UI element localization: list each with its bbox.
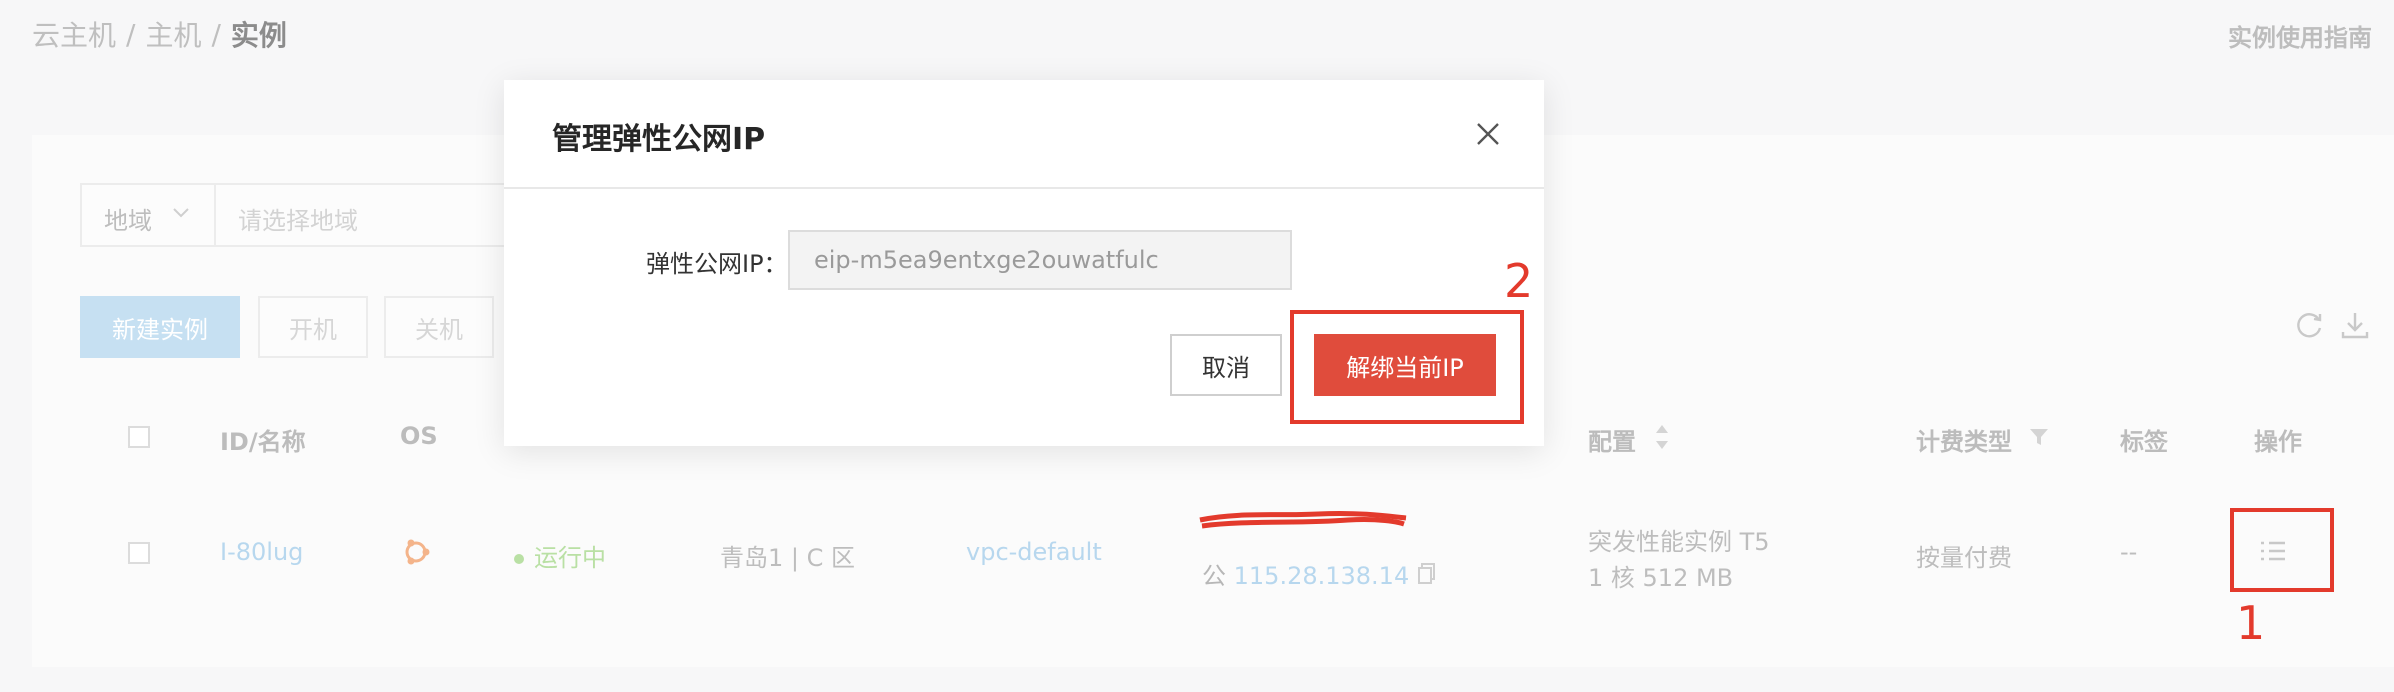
power-on-button[interactable]: 开机	[258, 296, 368, 358]
annotation-number-1: 1	[2236, 596, 2266, 650]
annotation-box-step1	[2230, 508, 2334, 592]
config-type-text: 突发性能实例 T5	[1588, 528, 1770, 556]
breadcrumb-item-host[interactable]: 主机	[145, 14, 201, 54]
row-checkbox[interactable]	[128, 542, 150, 564]
close-icon[interactable]	[1472, 118, 1504, 150]
breadcrumb-item-cloud-host[interactable]: 云主机	[32, 14, 116, 54]
column-header-id-name[interactable]: ID/名称	[220, 422, 306, 457]
billing-type-text: 按量付费	[1916, 544, 2012, 572]
column-header-tags: 标签	[2120, 428, 2168, 456]
copy-icon[interactable]	[1417, 562, 1437, 590]
eip-field-label: 弹性公网IP：	[646, 250, 788, 278]
sort-icon[interactable]	[1654, 422, 1670, 456]
breadcrumb-separator: /	[126, 17, 136, 51]
download-icon[interactable]	[2338, 308, 2372, 342]
column-header-os: OS	[400, 422, 438, 450]
instance-id-link[interactable]: I-80lug	[220, 538, 303, 566]
select-all-checkbox[interactable]	[128, 426, 150, 448]
status-badge: 运行中	[514, 538, 606, 573]
filter-icon[interactable]	[2028, 426, 2050, 452]
config-spec-text: 1 核 512 MB	[1588, 564, 1734, 592]
dialog-title: 管理弹性公网IP	[552, 122, 766, 157]
public-ip-prefix: 公	[1202, 562, 1226, 590]
tags-text: --	[2120, 538, 2138, 566]
annotation-box-step2	[1290, 310, 1524, 424]
breadcrumb: 云主机 / 主机 / 实例	[32, 14, 287, 54]
status-dot	[514, 554, 524, 564]
status-text: 运行中	[534, 544, 606, 572]
new-instance-button[interactable]: 新建实例	[80, 296, 240, 358]
region-filter-divider	[214, 185, 216, 245]
cancel-button[interactable]: 取消	[1170, 334, 1282, 396]
public-ip-value: 115.28.138.14	[1233, 562, 1410, 590]
redaction-scribble	[1199, 510, 1407, 529]
zone-text: 青岛1 | C 区	[720, 544, 855, 572]
instance-guide-link[interactable]: 实例使用指南	[2228, 18, 2372, 53]
column-header-actions: 操作	[2254, 428, 2302, 456]
ubuntu-icon	[400, 536, 432, 572]
eip-field[interactable]	[788, 230, 1292, 290]
column-header-billing[interactable]: 计费类型	[1916, 422, 2012, 457]
power-off-button[interactable]: 关机	[384, 296, 494, 358]
annotation-number-2: 2	[1504, 254, 1534, 308]
public-ip: 公 115.28.138.14	[1202, 556, 1437, 591]
chevron-down-icon	[170, 201, 192, 228]
table-row: I-80lug 运行中 青岛1 | C 区 vpc-default 突发性能实例…	[80, 480, 2394, 630]
region-select-input[interactable]: 请选择地域	[238, 201, 358, 236]
breadcrumb-separator: /	[211, 17, 221, 51]
region-filter-label: 地域	[104, 207, 152, 235]
top-bar	[0, 0, 2394, 88]
column-header-config[interactable]: 配置	[1588, 422, 1636, 457]
dialog-divider	[504, 187, 1544, 189]
region-filter[interactable]: 地域 请选择地域	[80, 183, 506, 247]
refresh-icon[interactable]	[2292, 308, 2326, 342]
vpc-link[interactable]: vpc-default	[966, 538, 1102, 566]
breadcrumb-current: 实例	[230, 19, 287, 52]
